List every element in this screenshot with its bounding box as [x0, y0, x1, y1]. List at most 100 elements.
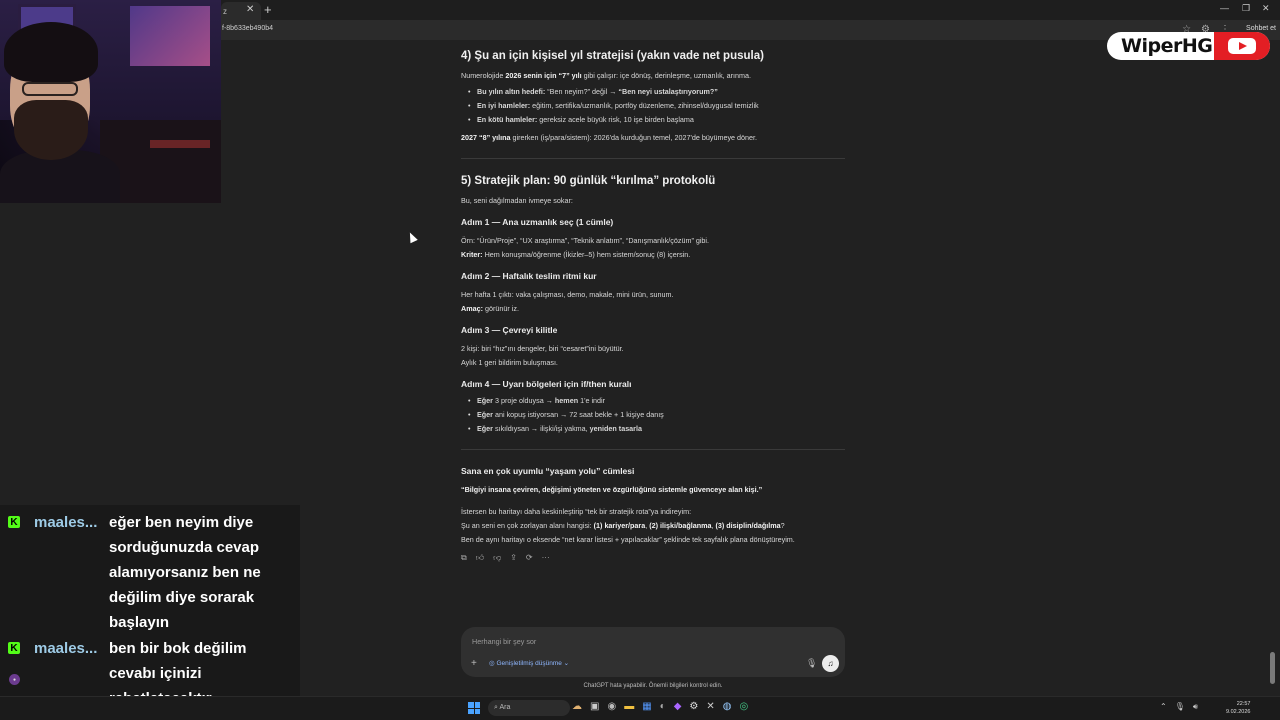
text-bold: Amaç:: [461, 304, 483, 313]
life-path-quote: “Bilgiyi insana çeviren, değişimi yönete…: [461, 485, 763, 494]
system-tray: ⌃ 🎙︎ 🔊︎: [1160, 702, 1198, 712]
minimize-icon[interactable]: —: [1220, 3, 1229, 13]
app-icon[interactable]: ⚙: [689, 701, 698, 712]
disclaimer: ChatGPT hata yapabilir. Önemli bilgileri…: [583, 683, 723, 689]
regenerate-icon[interactable]: ⟳: [526, 553, 533, 563]
share-icon[interactable]: ⇪: [510, 553, 517, 563]
text: Hem konuşma/öğrenme (İkizler–5) hem sist…: [482, 250, 691, 259]
kick-icon: K: [8, 516, 20, 528]
streamer-beard: [14, 100, 88, 160]
composer-input[interactable]: Herhangi bir şey sor: [472, 637, 536, 646]
browser-tab[interactable]: z: [221, 2, 261, 20]
close-window-icon[interactable]: ✕: [1262, 3, 1270, 14]
response-actions: ⧉ 👍︎ 👎︎ ⇪ ⟳ ···: [461, 553, 550, 563]
app-icon[interactable]: ◐: [660, 701, 666, 712]
text: Şu an seni en çok zorlayan alanı hangisi…: [461, 521, 594, 530]
list-item: Eğer sıkıldıysan → ilişki/işi yakma, yen…: [468, 424, 642, 434]
text-bold: (2) ilişki/bağlanma: [649, 521, 712, 530]
clock-date: 9.02.2026: [1226, 709, 1251, 715]
step-1-title: Adım 1 — Ana uzmanlık seç (1 cümle): [461, 217, 614, 227]
taskbar-clock[interactable]: 22:57 9.02.2026: [1226, 700, 1250, 716]
close-tab-icon[interactable]: ✕: [246, 4, 254, 15]
section-4-intro: Numerolojide 2026 senin için “7” yılı gi…: [461, 71, 751, 81]
text-bold: Kriter:: [461, 250, 483, 259]
text: sıkıldıysan → ilişki/işi yakma,: [492, 424, 590, 433]
steam-icon[interactable]: ◍: [723, 701, 732, 712]
url-text[interactable]: f-8b633eb490b4: [222, 25, 273, 32]
streamer-glasses: [22, 82, 78, 96]
taskbar-search[interactable]: ⌕ Ara: [488, 700, 570, 716]
step-2-text: Her hafta 1 çıktı: vaka çalışması, demo,…: [461, 290, 674, 299]
webcam-overlay: [0, 0, 221, 203]
text: girerken (iş/para/sistem): 2026'da kurdu…: [510, 133, 758, 142]
message-composer[interactable]: Herhangi bir şey sor + ◎ Genişletilmiş d…: [461, 627, 845, 677]
text-bold: hemen: [554, 396, 579, 405]
step-3-text: 2 kişi: biri “hız”ını dengeler, biri “ce…: [461, 344, 624, 353]
restore-icon[interactable]: ❐: [1242, 3, 1250, 14]
text-bold: (3) disiplin/dağılma: [715, 521, 781, 530]
list-item: En kötü hamleler: gereksiz acele büyük r…: [468, 115, 694, 125]
streamer-hair: [4, 22, 98, 82]
plus-icon[interactable]: +: [471, 658, 477, 669]
list-item: En iyi hamleler: eğitim, sertifika/uzman…: [468, 101, 759, 111]
text-bold: yeniden tasarla: [589, 424, 642, 433]
app-icon[interactable]: ✕: [706, 701, 714, 712]
play-icon: [1239, 42, 1247, 50]
text: Numerolojide: [461, 71, 506, 80]
question-text: Şu an seni en çok zorlayan alanı hangisi…: [461, 521, 785, 531]
step-2-goal: Amaç: görünür iz.: [461, 304, 519, 314]
text: 3 proje olduysa →: [492, 396, 555, 405]
mouse-cursor-icon: [406, 230, 418, 244]
kick-icon: K: [8, 642, 20, 654]
volume-icon[interactable]: 🔊︎: [1193, 702, 1198, 712]
windows-start-icon[interactable]: [468, 702, 480, 714]
text: görünür iz.: [482, 304, 519, 313]
chat-username: maales...: [34, 514, 98, 531]
text-bold: Eğer: [477, 424, 493, 433]
profile-label[interactable]: Sohbet et: [1246, 25, 1276, 32]
copy-icon[interactable]: ⧉: [461, 553, 467, 563]
chrome-icon[interactable]: ◎: [739, 701, 748, 712]
section-5-intro: Bu, seni dağılmadan ivmeye sokar:: [461, 196, 573, 205]
list-item: Bu yılın altın hedefi: “Ben neyim?” deği…: [468, 87, 718, 97]
step-3-title: Adım 3 — Çevreyi kilitle: [461, 325, 558, 335]
mic-icon[interactable]: 🎙︎: [1175, 702, 1185, 712]
app-icon[interactable]: ◉: [607, 701, 616, 712]
chevron-up-icon[interactable]: ⌃: [1160, 702, 1167, 712]
mode-label: Genişletilmiş düşünme: [496, 660, 562, 667]
step-2-title: Adım 2 — Haftalık teslim ritmi kur: [461, 271, 597, 281]
text-bold: Bu yılın altın hedefi:: [477, 87, 546, 96]
divider: [461, 449, 845, 450]
search-label: Ara: [499, 704, 511, 711]
text: eğitim, sertifika/uzmanlık, portföy düze…: [530, 101, 759, 110]
app-icon[interactable]: ▦: [642, 701, 651, 712]
app-icon[interactable]: ◆: [674, 701, 682, 712]
tab-title: z: [223, 6, 227, 16]
scrollbar[interactable]: [1270, 652, 1275, 684]
thumbs-down-icon[interactable]: 👎︎: [493, 553, 501, 563]
voice-icon[interactable]: ♫: [822, 655, 839, 672]
weather-icon[interactable]: ☁: [572, 701, 582, 712]
text-bold: Eğer: [477, 396, 493, 405]
mic-icon[interactable]: 🎙︎: [806, 658, 817, 669]
list-item: Eğer 3 proje olduysa → hemen 1'e indir: [468, 396, 605, 406]
logo-text: WiperHG: [1121, 35, 1213, 57]
text-bold: 2027 “8” yılına: [461, 133, 511, 142]
text-bold: En iyi hamleler:: [477, 101, 531, 110]
thumbs-up-icon[interactable]: 👍︎: [476, 553, 484, 563]
text-bold: En kötü hamleler:: [477, 115, 538, 124]
text-bold: 2026 senin için “7” yılı: [505, 71, 582, 80]
new-tab-icon[interactable]: +: [264, 2, 272, 17]
lights: [150, 140, 210, 148]
list-item: Eğer ani kopuş istiyorsan → 72 saat bekl…: [468, 410, 664, 420]
divider: [461, 158, 845, 159]
text-bold: (1) kariyer/para: [593, 521, 646, 530]
file-explorer-icon[interactable]: ▬: [624, 701, 634, 712]
more-icon[interactable]: ···: [542, 553, 550, 563]
chat-message: eğer ben neyim diye sorduğunuzda cevap a…: [109, 514, 261, 631]
thinking-mode-button[interactable]: ◎ Genişletilmiş düşünme ⌄: [489, 659, 569, 667]
closing-text: Ben de aynı haritayı o eksende “net kara…: [461, 535, 795, 544]
step-1-example: Örn: “Ürün/Proje”, “UX araştırma”, “Tekn…: [461, 236, 710, 245]
task-view-icon[interactable]: ▣: [590, 701, 599, 712]
section-6-title: Sana en çok uyumlu “yaşam yolu” cümlesi: [461, 466, 635, 476]
